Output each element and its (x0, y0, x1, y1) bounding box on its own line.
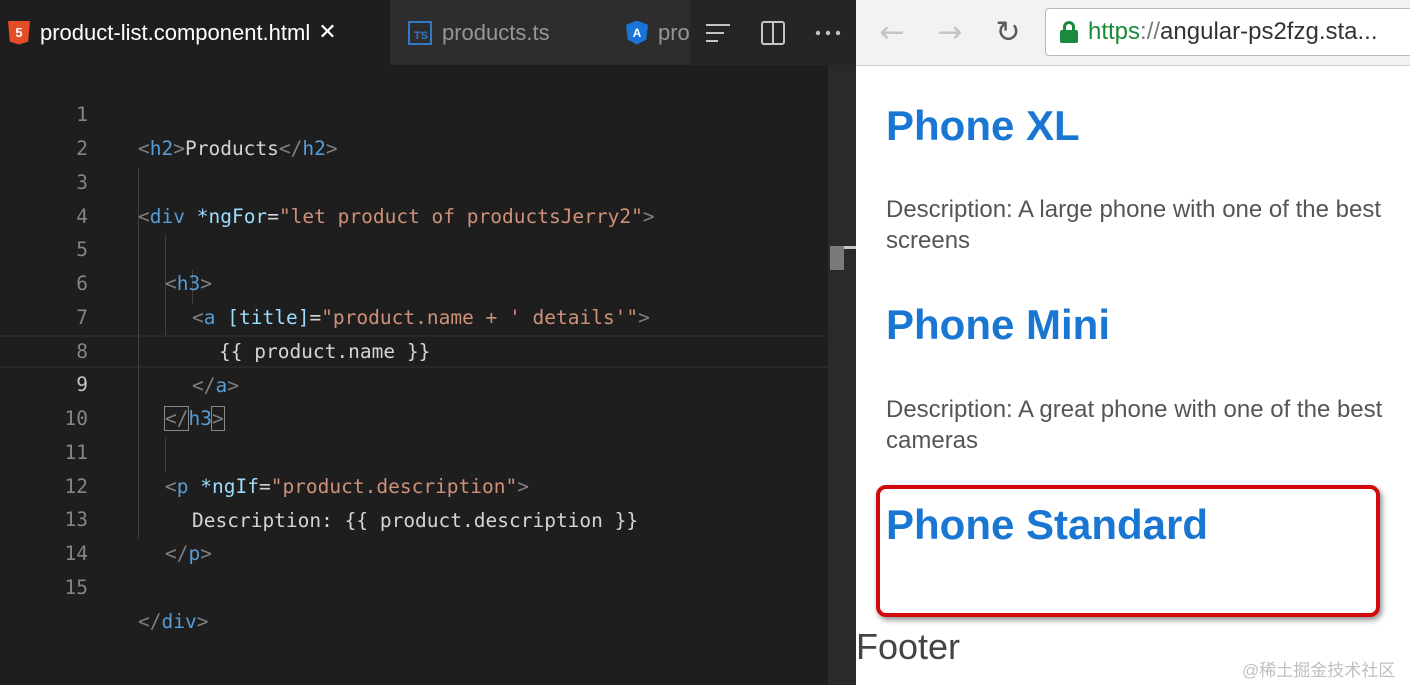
watermark: @稀土掘金技术社区 (1242, 661, 1396, 680)
tab-label: product-list.component.html (40, 19, 311, 45)
reload-icon[interactable]: ↻ (986, 10, 1030, 54)
code-editor[interactable]: 5 product-list.component.html ✕ TS produ… (0, 0, 856, 685)
browser-toolbar: ← → ↻ https://angular-ps2fzg.sta... (856, 0, 1410, 66)
html5-icon: 5 (8, 20, 30, 45)
product-title-link[interactable]: Phone Mini (886, 301, 1110, 349)
tab-label: pro (658, 19, 690, 45)
line-number: 15 (64, 576, 88, 599)
editor-actions (690, 0, 856, 65)
highlight-annotation-box (876, 485, 1380, 617)
url-scheme: https (1088, 18, 1141, 45)
code-line-6[interactable]: 6 <a [title]="product.name + ' details'"… (0, 233, 828, 329)
vertical-scrollbar[interactable] (828, 65, 856, 685)
code-line-5[interactable]: 5 <h3> (0, 199, 828, 295)
code-line-11[interactable]: 11 <p *ngIf="product.description"> (0, 402, 828, 498)
lock-icon (1060, 21, 1078, 43)
more-actions-icon[interactable] (801, 0, 856, 65)
tab-products-ts[interactable]: TS products.ts (390, 0, 612, 65)
close-icon[interactable]: ✕ (318, 20, 336, 45)
code-line-8[interactable]: 8 </a> (0, 301, 828, 397)
product-title-link[interactable]: Phone XL (886, 102, 1080, 150)
url-host: angular-ps2fzg.sta... (1160, 18, 1378, 45)
page-footer: Footer (856, 626, 961, 667)
code-line-3[interactable]: 3 <div *ngFor="let product of productsJe… (0, 132, 828, 228)
code-line-1[interactable]: 1 <h2>Products</h2> (0, 64, 828, 160)
page-content: Phone XL Description: A large phone with… (856, 66, 1410, 685)
angular-icon: A (626, 20, 648, 45)
code-line-2[interactable]: 2 (0, 98, 828, 160)
product-description: Description: A large phone with one of t… (886, 196, 1381, 254)
editor-tab-bar: 5 product-list.component.html ✕ TS produ… (0, 0, 856, 65)
url-separator: :// (1140, 18, 1161, 45)
cursor-position-marker (844, 246, 856, 249)
address-bar[interactable]: https://angular-ps2fzg.sta... (1045, 8, 1410, 56)
back-arrow-icon[interactable]: ← (870, 10, 914, 54)
code-line-9[interactable]: 9 </h3> (0, 334, 828, 431)
code-line-7[interactable]: 7 {{ product.name }} (0, 267, 828, 363)
tab-product-list-component-html[interactable]: 5 product-list.component.html ✕ (0, 0, 390, 65)
code-line-15[interactable]: 15 </div> (0, 537, 828, 633)
tab-label: products.ts (442, 19, 550, 45)
typescript-icon: TS (408, 20, 432, 45)
browser-window: ← → ↻ https://angular-ps2fzg.sta... Phon… (856, 0, 1410, 685)
product-description: Description: A great phone with one of t… (886, 396, 1383, 454)
forward-arrow-icon[interactable]: → (928, 10, 972, 54)
scrollbar-thumb[interactable] (830, 246, 844, 270)
tab-product-truncated[interactable]: A pro (612, 0, 690, 65)
code-line-13[interactable]: 13 </p> (0, 469, 828, 565)
outline-icon[interactable] (690, 0, 745, 65)
code-line-10[interactable]: 10 (0, 368, 828, 430)
split-editor-icon[interactable] (745, 0, 800, 65)
code-line-12[interactable]: 12 Description: {{ product.description }… (0, 436, 828, 532)
code-line-4[interactable]: 4 (0, 166, 828, 228)
code-line-14[interactable]: 14 (0, 503, 828, 565)
